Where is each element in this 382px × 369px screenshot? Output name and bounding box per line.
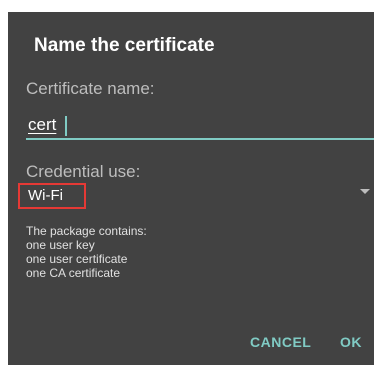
package-item: one CA certificate bbox=[26, 266, 121, 280]
credential-use-selected: Wi-Fi bbox=[18, 183, 86, 209]
certificate-name-input[interactable] bbox=[26, 112, 374, 140]
package-item: one user certificate bbox=[26, 252, 128, 266]
certificate-dialog: Name the certificate Certificate name: C… bbox=[8, 12, 374, 365]
package-item: one user key bbox=[26, 238, 95, 252]
package-info-heading: The package contains: bbox=[26, 224, 147, 238]
cancel-button[interactable]: CANCEL bbox=[250, 334, 311, 350]
credential-use-dropdown[interactable]: Wi-Fi bbox=[18, 183, 374, 211]
credential-use-label: Credential use: bbox=[26, 162, 141, 181]
package-info: The package contains: one user key one u… bbox=[26, 224, 147, 280]
certificate-name-label: Certificate name: bbox=[26, 79, 155, 98]
dialog-title: Name the certificate bbox=[34, 35, 215, 56]
text-cursor bbox=[65, 116, 67, 136]
ok-button[interactable]: OK bbox=[340, 334, 362, 350]
dropdown-arrow-icon bbox=[360, 189, 370, 194]
